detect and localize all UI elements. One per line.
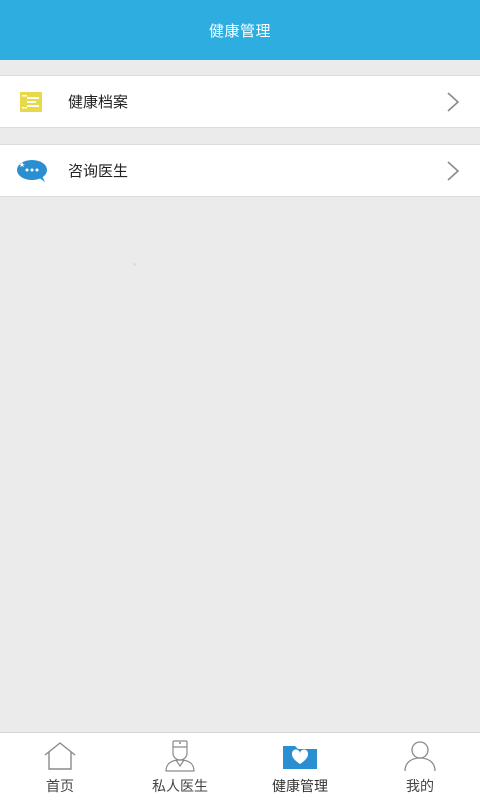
doctor-icon: [160, 739, 200, 773]
tab-private-doctor[interactable]: 私人医生: [120, 733, 240, 800]
user-icon: [400, 739, 440, 773]
tab-home[interactable]: 首页: [0, 733, 120, 800]
tab-mine[interactable]: 我的: [360, 733, 480, 800]
tab-label: 私人医生: [152, 779, 208, 795]
header-bar: 健康管理: [0, 0, 480, 60]
stray-dot: [133, 263, 136, 266]
app-screen: 健康管理 健康档案 咨询医生 首页 私人医生 健康管理 我的: [0, 0, 480, 800]
bottom-tab-bar: 首页 私人医生 健康管理 我的: [0, 732, 480, 800]
chevron-right-icon: [446, 160, 460, 182]
menu-item-consult-doctor[interactable]: 咨询医生: [0, 144, 480, 197]
chevron-right-icon: [446, 91, 460, 113]
page-title: 健康管理: [208, 21, 271, 40]
menu-item-health-record[interactable]: 健康档案: [0, 75, 480, 128]
health-record-icon: [16, 88, 48, 116]
health-folder-icon: [280, 739, 320, 773]
chat-bubble-icon: [16, 157, 48, 185]
tab-label: 首页: [46, 779, 74, 795]
home-icon: [40, 739, 80, 773]
tab-label: 我的: [406, 779, 434, 795]
tab-health-management[interactable]: 健康管理: [240, 733, 360, 800]
tab-label: 健康管理: [272, 779, 328, 795]
menu-item-label: 咨询医生: [68, 162, 129, 180]
menu-item-label: 健康档案: [68, 93, 129, 111]
